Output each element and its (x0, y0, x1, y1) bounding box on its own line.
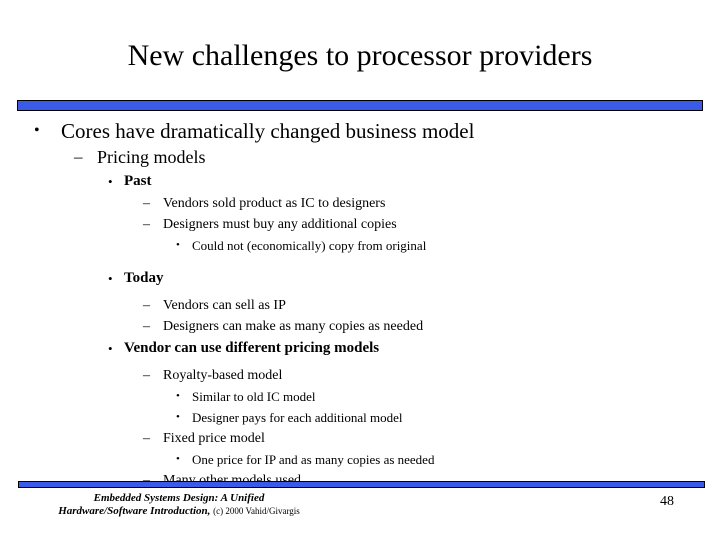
bullet-text: One price for IP and as many copies as n… (192, 452, 435, 467)
bullet-text: Past (124, 173, 152, 189)
bullet-text: Vendors sold product as IC to designers (163, 196, 386, 211)
bullet-level3: • Today (0, 267, 720, 290)
bullet-disc-icon: • (176, 239, 180, 251)
bullet-text: Designers can make as many copies as nee… (163, 319, 424, 334)
bullet-group-spacer (0, 256, 720, 267)
bullet-level4: – Vendors can sell as IP (0, 295, 720, 316)
bullet-level5: • One price for IP and as many copies as… (0, 449, 720, 470)
bullet-level5: • Similar to old IC model (0, 386, 720, 407)
bullet-disc-icon: • (34, 122, 40, 139)
bullet-text: Similar to old IC model (192, 389, 316, 404)
bullet-level5: • Could not (economically) copy from ori… (0, 235, 720, 256)
footer-credit: Embedded Systems Design: A Unified Hardw… (14, 492, 344, 518)
title-divider-bar (17, 100, 703, 111)
bullet-level5: • Designer pays for each additional mode… (0, 407, 720, 428)
bullet-text: Fixed price model (163, 431, 265, 446)
bullet-text: Designers must buy any additional copies (163, 217, 397, 232)
bullet-text: Could not (economically) copy from origi… (192, 238, 427, 253)
bullet-disc-icon: • (176, 411, 180, 423)
bullet-disc-icon: • (176, 390, 180, 402)
bullet-disc-icon: • (108, 271, 113, 286)
bullet-text: Royalty-based model (163, 368, 283, 383)
slide-number: 48 (660, 494, 674, 509)
bullet-text: Cores have dramatically changed business… (61, 119, 475, 143)
bullet-text: Pricing models (97, 147, 206, 167)
footer-book-title-line2: Hardware/Software Introduction, (58, 505, 211, 517)
bullet-dash-icon: – (143, 196, 150, 211)
bullet-text: Vendors can sell as IP (163, 298, 286, 313)
bullet-dash-icon: – (143, 319, 150, 334)
bullet-text: Vendor can use different pricing models (124, 340, 380, 356)
page-title: New challenges to processor providers (127, 39, 593, 72)
bullet-text: Today (124, 270, 164, 286)
bullet-level2: – Pricing models (0, 144, 720, 170)
slide-body: • Cores have dramatically changed busine… (0, 118, 720, 491)
bullet-level4: – Vendors sold product as IC to designer… (0, 193, 720, 214)
bullet-disc-icon: • (176, 453, 180, 465)
bullet-dash-icon: – (143, 368, 150, 383)
bullet-level4: – Designers can make as many copies as n… (0, 316, 720, 337)
bullet-dash-icon: – (143, 431, 150, 446)
bullet-level1: • Cores have dramatically changed busine… (0, 118, 720, 144)
bullet-dash-icon: – (74, 147, 83, 166)
bullet-level3: • Vendor can use different pricing model… (0, 337, 720, 360)
bullet-level4: – Fixed price model (0, 428, 720, 449)
footer-copyright: (c) 2000 Vahid/Givargis (213, 506, 300, 516)
bullet-disc-icon: • (108, 174, 113, 189)
bullet-level4: – Designers must buy any additional copi… (0, 214, 720, 235)
bullet-text: Designer pays for each additional model (192, 410, 403, 425)
footer-book-title-line1: Embedded Systems Design: A Unified (93, 492, 265, 504)
footer-divider-bar (18, 481, 705, 488)
bullet-dash-icon: – (143, 217, 150, 232)
bullet-disc-icon: • (108, 341, 113, 356)
bullet-level3: • Past (0, 170, 720, 193)
bullet-dash-icon: – (143, 298, 150, 313)
bullet-level4: – Royalty-based model (0, 365, 720, 386)
